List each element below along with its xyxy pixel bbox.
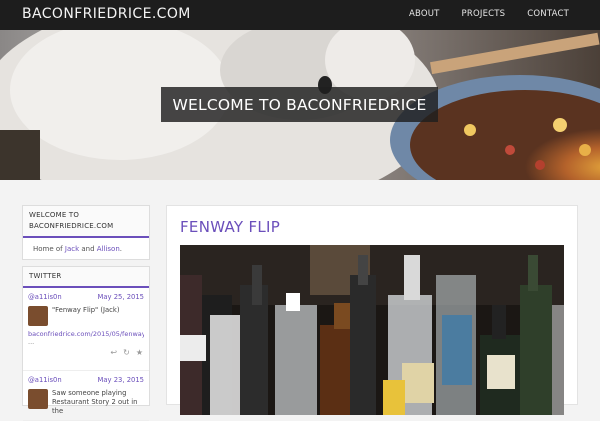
nav-projects[interactable]: PROJECTS (462, 9, 506, 19)
top-navbar: BACONFRIEDRICE.COM ABOUT PROJECTS CONTAC… (0, 0, 600, 30)
tweet-ellipsis: ... (28, 338, 35, 346)
tweet-user[interactable]: @a11is0n (28, 376, 62, 384)
tweet-row: Saw someone playing Restaurant Story 2 o… (28, 389, 144, 416)
tweet-item: @a11is0n May 23, 2015 Saw someone playin… (23, 371, 149, 421)
twitter-widget-title: TWITTER (23, 267, 149, 288)
tweet-user[interactable]: @a11is0n (28, 293, 62, 301)
welcome-text-suffix: . (119, 245, 122, 253)
hero-banner: WELCOME TO BACONFRIEDRICE (0, 30, 600, 180)
content-area: WELCOME TO BACONFRIEDRICE.COM Home of Ja… (0, 180, 600, 421)
tweet-meta: @a11is0n May 25, 2015 (28, 293, 144, 301)
post-title[interactable]: FENWAY FLIP (180, 218, 280, 236)
post-card: FENWAY FLIP (166, 205, 578, 415)
welcome-text-conj: and (79, 245, 97, 253)
tweet-text: "Fenway Flip" (Jack) (52, 306, 120, 314)
reply-icon[interactable]: ↩ (110, 348, 117, 357)
welcome-widget-title: WELCOME TO BACONFRIEDRICE.COM (23, 206, 149, 238)
person-allison-link[interactable]: Allison (97, 245, 120, 253)
post-image (180, 245, 564, 415)
avatar[interactable] (28, 306, 48, 326)
tweet-link[interactable]: baconfriedrice.com/2015/05/fenway (28, 330, 144, 338)
main-nav: ABOUT PROJECTS CONTACT (409, 9, 569, 19)
nav-contact[interactable]: CONTACT (527, 9, 569, 19)
retweet-icon[interactable]: ↻ (123, 348, 130, 357)
nav-about[interactable]: ABOUT (409, 9, 440, 19)
twitter-widget: TWITTER @a11is0n May 25, 2015 "Fenway Fl… (22, 266, 150, 421)
welcome-widget: WELCOME TO BACONFRIEDRICE.COM Home of Ja… (22, 205, 150, 260)
tweet-date[interactable]: May 23, 2015 (98, 376, 144, 384)
tweet-meta: @a11is0n May 23, 2015 (28, 376, 144, 384)
tweet-actions: ↩ ↻ ★ (110, 348, 143, 357)
bottles-photo (180, 245, 564, 415)
tweet-row: "Fenway Flip" (Jack) (28, 306, 144, 326)
person-jack-link[interactable]: Jack (65, 245, 79, 253)
welcome-widget-body: Home of Jack and Allison. (23, 238, 149, 260)
tweet-item: @a11is0n May 25, 2015 "Fenway Flip" (Jac… (23, 288, 149, 371)
tweet-text: Saw someone playing Restaurant Story 2 o… (52, 389, 138, 415)
tweet-date[interactable]: May 25, 2015 (98, 293, 144, 301)
hero-title: WELCOME TO BACONFRIEDRICE (161, 87, 438, 122)
avatar[interactable] (28, 389, 48, 409)
welcome-text-prefix: Home of (33, 245, 65, 253)
favorite-icon[interactable]: ★ (136, 348, 143, 357)
site-brand[interactable]: BACONFRIEDRICE.COM (22, 6, 191, 22)
